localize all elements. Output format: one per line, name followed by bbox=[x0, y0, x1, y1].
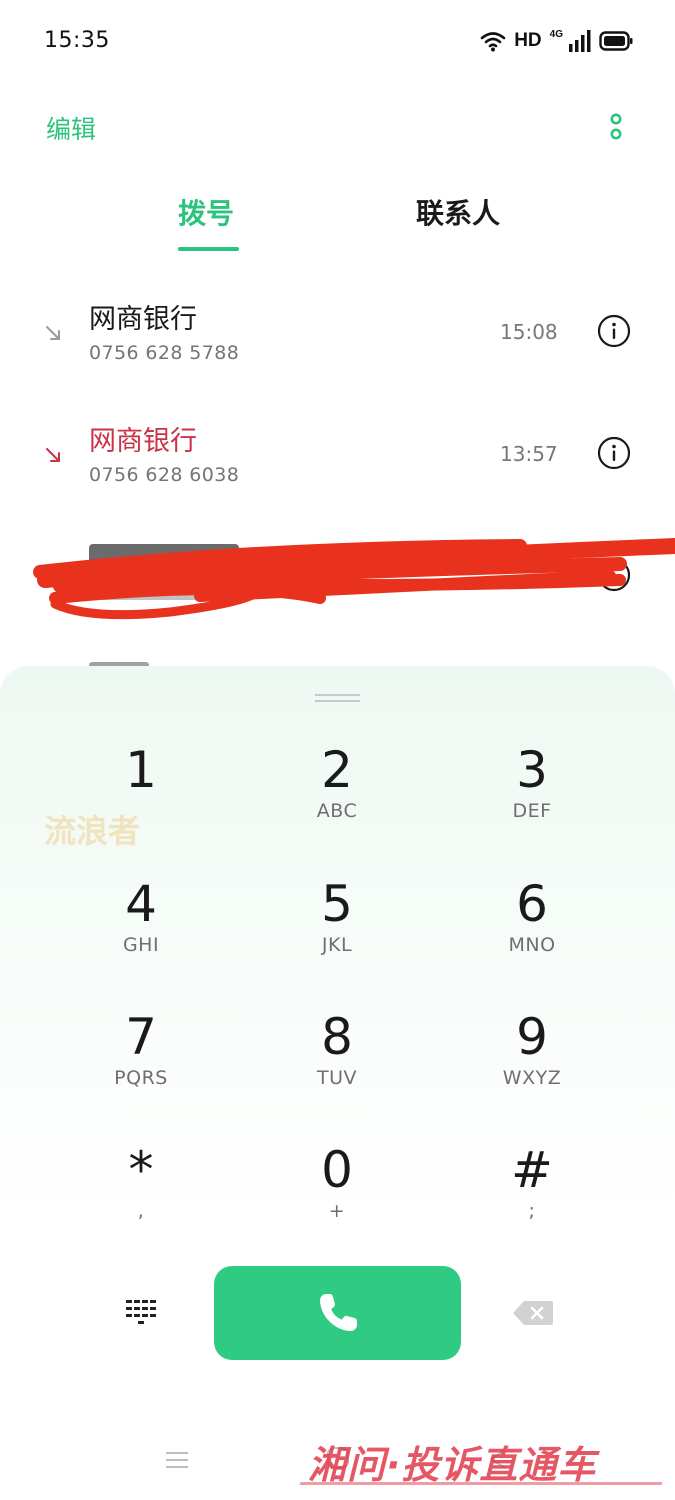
key-letters: WXYZ bbox=[502, 1067, 562, 1089]
key-letters: JKL bbox=[321, 934, 353, 956]
site-watermark-underline bbox=[299, 1482, 663, 1485]
site-watermark: 湘问·投诉直通车 bbox=[308, 1443, 597, 1487]
network-type-label: 4G bbox=[549, 28, 563, 40]
phone-screen: 15:35 HD 4G 编辑 拨号 联系人 网商银行 0756 628 5788… bbox=[0, 0, 675, 1500]
call-name: 网商银行 bbox=[89, 426, 197, 457]
signal-icon bbox=[569, 30, 591, 52]
key-digit: 0 bbox=[321, 1141, 353, 1199]
call-time: 13:57 bbox=[500, 442, 558, 466]
watermark-text: 流浪者 bbox=[44, 812, 141, 850]
key-4[interactable]: 4 GHI bbox=[56, 876, 226, 986]
key-6[interactable]: 6 MNO bbox=[447, 876, 617, 986]
key-star[interactable]: * , bbox=[56, 1142, 226, 1252]
key-digit: 5 bbox=[321, 875, 353, 933]
hd-label: HD bbox=[514, 30, 542, 51]
key-digit: 9 bbox=[516, 1008, 548, 1066]
info-icon[interactable] bbox=[597, 314, 631, 348]
key-2[interactable]: 2 ABC bbox=[252, 742, 422, 852]
key-8[interactable]: 8 TUV bbox=[252, 1009, 422, 1119]
incoming-call-icon bbox=[46, 326, 60, 340]
key-digit: 2 bbox=[321, 741, 353, 799]
call-name: 网商银行 bbox=[89, 304, 197, 335]
status-bar: 15:35 HD 4G bbox=[0, 0, 675, 82]
key-letters: GHI bbox=[122, 934, 160, 956]
key-letters: ; bbox=[528, 1200, 536, 1222]
tab-dial[interactable]: 拨号 bbox=[178, 192, 234, 232]
key-0[interactable]: 0 + bbox=[252, 1142, 422, 1252]
key-digit: 3 bbox=[516, 741, 548, 799]
key-7[interactable]: 7 PQRS bbox=[56, 1009, 226, 1119]
key-hash[interactable]: # ; bbox=[447, 1142, 617, 1252]
tab-contacts[interactable]: 联系人 bbox=[416, 192, 500, 232]
tab-indicator bbox=[178, 247, 239, 251]
key-letters: DEF bbox=[512, 800, 552, 822]
key-letters: PQRS bbox=[114, 1067, 168, 1089]
key-digit: 8 bbox=[321, 1008, 353, 1066]
key-digit: 6 bbox=[516, 875, 548, 933]
edit-button[interactable]: 编辑 bbox=[46, 110, 96, 146]
key-digit: # bbox=[511, 1141, 553, 1199]
status-icons: HD 4G bbox=[480, 28, 633, 54]
key-9[interactable]: 9 WXYZ bbox=[447, 1009, 617, 1119]
wifi-icon bbox=[480, 32, 506, 52]
key-letters: TUV bbox=[316, 1067, 357, 1089]
menu-icon[interactable] bbox=[166, 1450, 188, 1470]
dialpad-icon[interactable] bbox=[124, 1296, 158, 1330]
key-digit: 7 bbox=[125, 1008, 157, 1066]
status-time: 15:35 bbox=[44, 28, 110, 53]
navigation-bar: 湘问·投诉直通车 bbox=[0, 1420, 675, 1500]
battery-icon bbox=[599, 31, 633, 51]
call-number: 0756 628 5788 bbox=[89, 342, 240, 364]
key-digit: * bbox=[128, 1141, 154, 1199]
redaction-scribble bbox=[33, 538, 675, 620]
info-icon[interactable] bbox=[597, 436, 631, 470]
call-button[interactable] bbox=[214, 1266, 461, 1360]
call-time: 15:08 bbox=[500, 320, 558, 344]
key-digit: 1 bbox=[125, 741, 157, 799]
key-letters: ABC bbox=[316, 800, 358, 822]
more-vertical-icon[interactable] bbox=[603, 110, 629, 144]
call-log-item[interactable]: 网商银行 0756 628 5788 15:08 bbox=[0, 292, 675, 412]
sheet-handle[interactable] bbox=[315, 694, 360, 696]
key-3[interactable]: 3 DEF bbox=[447, 742, 617, 852]
key-5[interactable]: 5 JKL bbox=[252, 876, 422, 986]
key-letters: + bbox=[328, 1200, 346, 1222]
sheet-handle-line bbox=[315, 700, 360, 702]
phone-icon bbox=[319, 1294, 357, 1331]
missed-call-icon bbox=[46, 448, 60, 462]
key-letters: , bbox=[137, 1200, 145, 1222]
call-log-item[interactable]: 网商银行 0756 628 6038 13:57 bbox=[0, 414, 675, 534]
call-number: 0756 628 6038 bbox=[89, 464, 240, 486]
key-letters: MNO bbox=[508, 934, 556, 956]
key-digit: 4 bbox=[125, 875, 157, 933]
backspace-icon[interactable] bbox=[512, 1300, 554, 1326]
